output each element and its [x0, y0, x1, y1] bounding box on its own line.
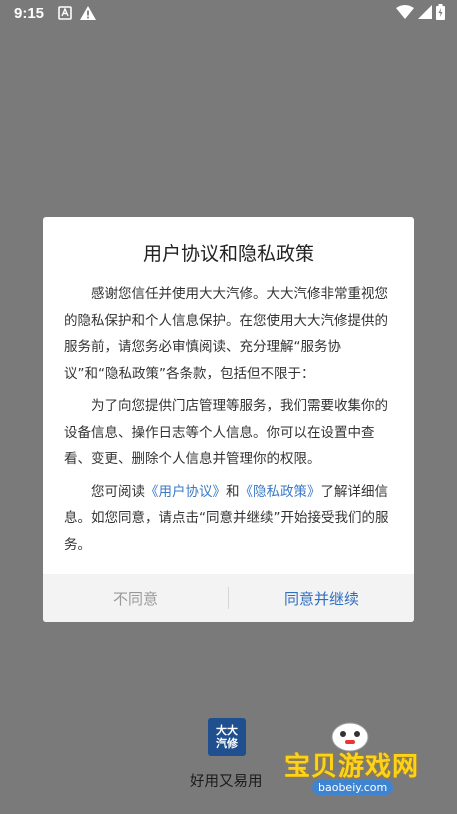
watermark-name: 宝贝游戏网	[284, 752, 420, 782]
wifi-icon	[396, 4, 414, 24]
dialog-body: 感谢您信任并使用大大汽修。大大汽修非常重视您的隐私保护和个人信息保护。在您使用大…	[64, 281, 394, 564]
disagree-button[interactable]: 不同意	[43, 588, 228, 609]
consent-and: 和	[226, 483, 240, 500]
cellular-signal-icon	[418, 4, 432, 24]
paragraph-intro: 感谢您信任并使用大大汽修。大大汽修非常重视您的隐私保护和个人信息保护。在您使用大…	[64, 286, 388, 382]
app-logo-line1: 大大	[216, 724, 238, 737]
privacy-dialog: 用户协议和隐私政策 感谢您信任并使用大大汽修。大大汽修非常重视您的隐私保护和个人…	[43, 217, 414, 622]
app-logo: 大大 汽修	[208, 718, 246, 756]
warning-icon	[80, 6, 96, 25]
status-bar: 9:15	[0, 0, 457, 28]
app-logo-line2: 汽修	[216, 737, 238, 750]
app-slogan: 好用又易用	[190, 774, 263, 790]
watermark-url: baobeiy.com	[312, 780, 394, 795]
privacy-policy-link[interactable]: 《隐私政策》	[240, 484, 321, 500]
user-agreement-link[interactable]: 《用户协议》	[145, 484, 226, 500]
app-notification-icon	[58, 6, 72, 25]
dialog-footer: 不同意 同意并继续	[43, 574, 414, 622]
paragraph-data-collection: 为了向您提供门店管理等服务，我们需要收集你的设备信息、操作日志等个人信息。你可以…	[64, 398, 388, 467]
consent-prefix: 您可阅读	[91, 483, 145, 500]
dialog-title: 用户协议和隐私政策	[142, 243, 314, 265]
status-icons	[396, 3, 445, 25]
watermark: 宝贝游戏网 baobeiy.com	[276, 718, 426, 808]
agree-continue-button[interactable]: 同意并继续	[229, 588, 414, 609]
status-time: 9:15	[14, 5, 45, 22]
screen: 9:15 用户协议和隐私政策 感谢您信任并使用大大汽修。大大汽修非常重视您的隐私…	[0, 0, 457, 814]
paragraph-consent: 您可阅读《用户协议》和《隐私政策》了解详细信息。如您同意，请点击“同意并继续”开…	[64, 479, 394, 559]
battery-icon	[436, 3, 445, 25]
